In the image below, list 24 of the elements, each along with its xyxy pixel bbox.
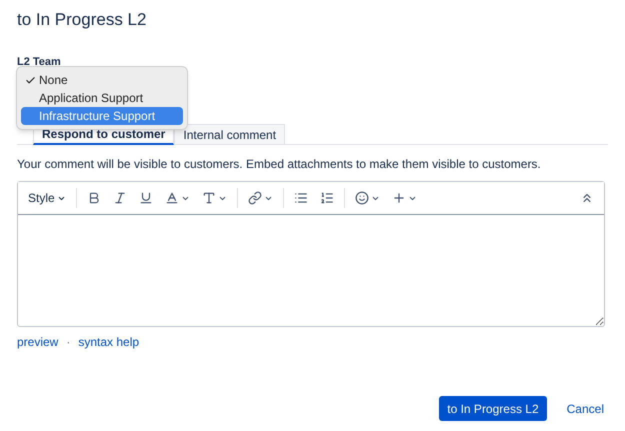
numbered-list-icon (320, 191, 334, 205)
menu-item[interactable]: Infrastructure Support (21, 107, 183, 125)
underline-icon (138, 191, 153, 205)
dialog-title: to In Progress L2 (17, 9, 148, 31)
menu-item[interactable]: Application Support (21, 89, 183, 107)
visibility-notice: Your comment will be visible to customers. Embed attachments to make them visible to customers. (17, 156, 542, 173)
style-dropdown[interactable]: Style (22, 189, 72, 207)
italic-icon (112, 191, 127, 205)
preview-link[interactable]: preview (17, 333, 58, 351)
insert-icon (392, 191, 406, 205)
emoji-icon (354, 191, 369, 205)
text-color-icon (164, 191, 179, 205)
cancel-link[interactable]: Cancel (562, 396, 608, 421)
tab[interactable]: Internal comment (174, 124, 286, 145)
separator-dot: · (66, 334, 70, 351)
submit-button[interactable]: to In Progress L2 (439, 396, 547, 421)
syntax-help-link[interactable]: syntax help (78, 333, 140, 351)
field-label: L2 Team (17, 56, 61, 68)
menu-item[interactable]: None (21, 71, 183, 89)
text-format-icon (202, 191, 216, 205)
link-icon (248, 191, 262, 205)
bullet-list-icon (294, 191, 308, 205)
check-icon (24, 74, 36, 86)
comment-editor[interactable]: Style (17, 181, 605, 327)
